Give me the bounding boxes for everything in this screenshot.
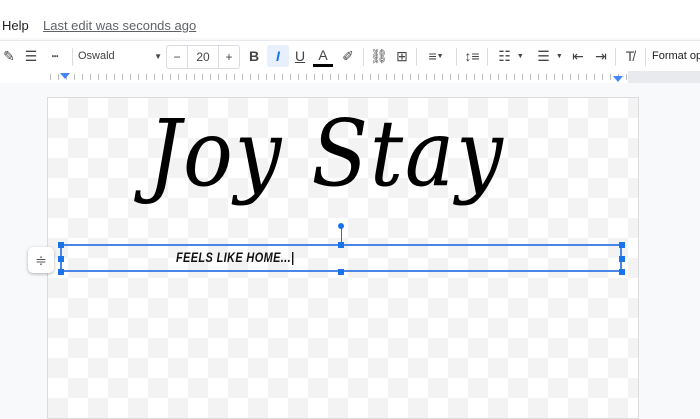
bold-button[interactable]: B bbox=[244, 45, 264, 67]
chevron-down-icon: ▼ bbox=[154, 51, 162, 61]
selected-textbox[interactable] bbox=[60, 244, 622, 272]
left-indent-marker[interactable] bbox=[60, 73, 70, 79]
ruler bbox=[0, 71, 700, 83]
resize-handle[interactable] bbox=[338, 269, 344, 275]
right-indent-marker[interactable] bbox=[613, 76, 623, 82]
text-color-button[interactable]: A bbox=[313, 45, 333, 67]
title-text[interactable]: Joy Stay bbox=[148, 100, 505, 207]
pencil-icon[interactable]: ✎ bbox=[2, 45, 16, 67]
border-dash-icon[interactable]: ┅ bbox=[46, 45, 64, 67]
resize-handle[interactable] bbox=[619, 242, 625, 248]
decrease-font-size-button[interactable]: − bbox=[167, 46, 188, 68]
resize-handle[interactable] bbox=[619, 269, 625, 275]
increase-indent-icon[interactable]: ⇥ bbox=[592, 45, 610, 67]
menu-help[interactable]: Help bbox=[2, 18, 29, 33]
decrease-indent-icon[interactable]: ⇤ bbox=[569, 45, 587, 67]
menu-bar: Help Last edit was seconds ago bbox=[0, 0, 700, 38]
font-select[interactable]: Oswald ▼ bbox=[78, 45, 162, 67]
last-edit-link[interactable]: Last edit was seconds ago bbox=[43, 18, 196, 33]
link-icon[interactable]: ⛓ bbox=[369, 45, 389, 67]
align-icon[interactable]: ≡ ▼ bbox=[421, 45, 451, 67]
border-weight-icon[interactable]: ☰ bbox=[22, 45, 40, 67]
format-options-button[interactable]: Format op bbox=[652, 45, 700, 67]
resize-handle[interactable] bbox=[619, 256, 625, 262]
toolbar: ✎ ☰ ┅ Oswald ▼ − 20 + B I U A ✐ ⛓ ⊞ ≡ ▼ ↕≡… bbox=[0, 40, 700, 72]
bulleted-list-icon[interactable]: ☷ ▼ bbox=[494, 45, 528, 67]
underline-button[interactable]: U bbox=[290, 45, 310, 67]
resize-handle[interactable] bbox=[58, 269, 64, 275]
font-size-stepper: − 20 + bbox=[166, 45, 240, 69]
font-size-input[interactable]: 20 bbox=[188, 46, 219, 68]
rotate-handle[interactable] bbox=[338, 223, 344, 229]
vertical-align-icon[interactable]: ≑ bbox=[28, 247, 54, 273]
comment-icon[interactable]: ⊞ bbox=[392, 45, 412, 67]
resize-handle[interactable] bbox=[58, 256, 64, 262]
clear-formatting-icon[interactable]: T̸ bbox=[620, 45, 640, 67]
numbered-list-icon[interactable]: ☰ ▼ bbox=[533, 45, 567, 67]
subtitle-text[interactable]: FEELS LIKE HOME...| bbox=[176, 249, 294, 265]
resize-handle[interactable] bbox=[58, 242, 64, 248]
resize-handle[interactable] bbox=[338, 242, 344, 248]
font-name: Oswald bbox=[78, 50, 115, 62]
line-spacing-icon[interactable]: ↕≡ bbox=[462, 45, 482, 67]
increase-font-size-button[interactable]: + bbox=[219, 46, 239, 68]
highlight-icon[interactable]: ✐ bbox=[338, 45, 358, 67]
italic-button[interactable]: I bbox=[267, 45, 289, 67]
